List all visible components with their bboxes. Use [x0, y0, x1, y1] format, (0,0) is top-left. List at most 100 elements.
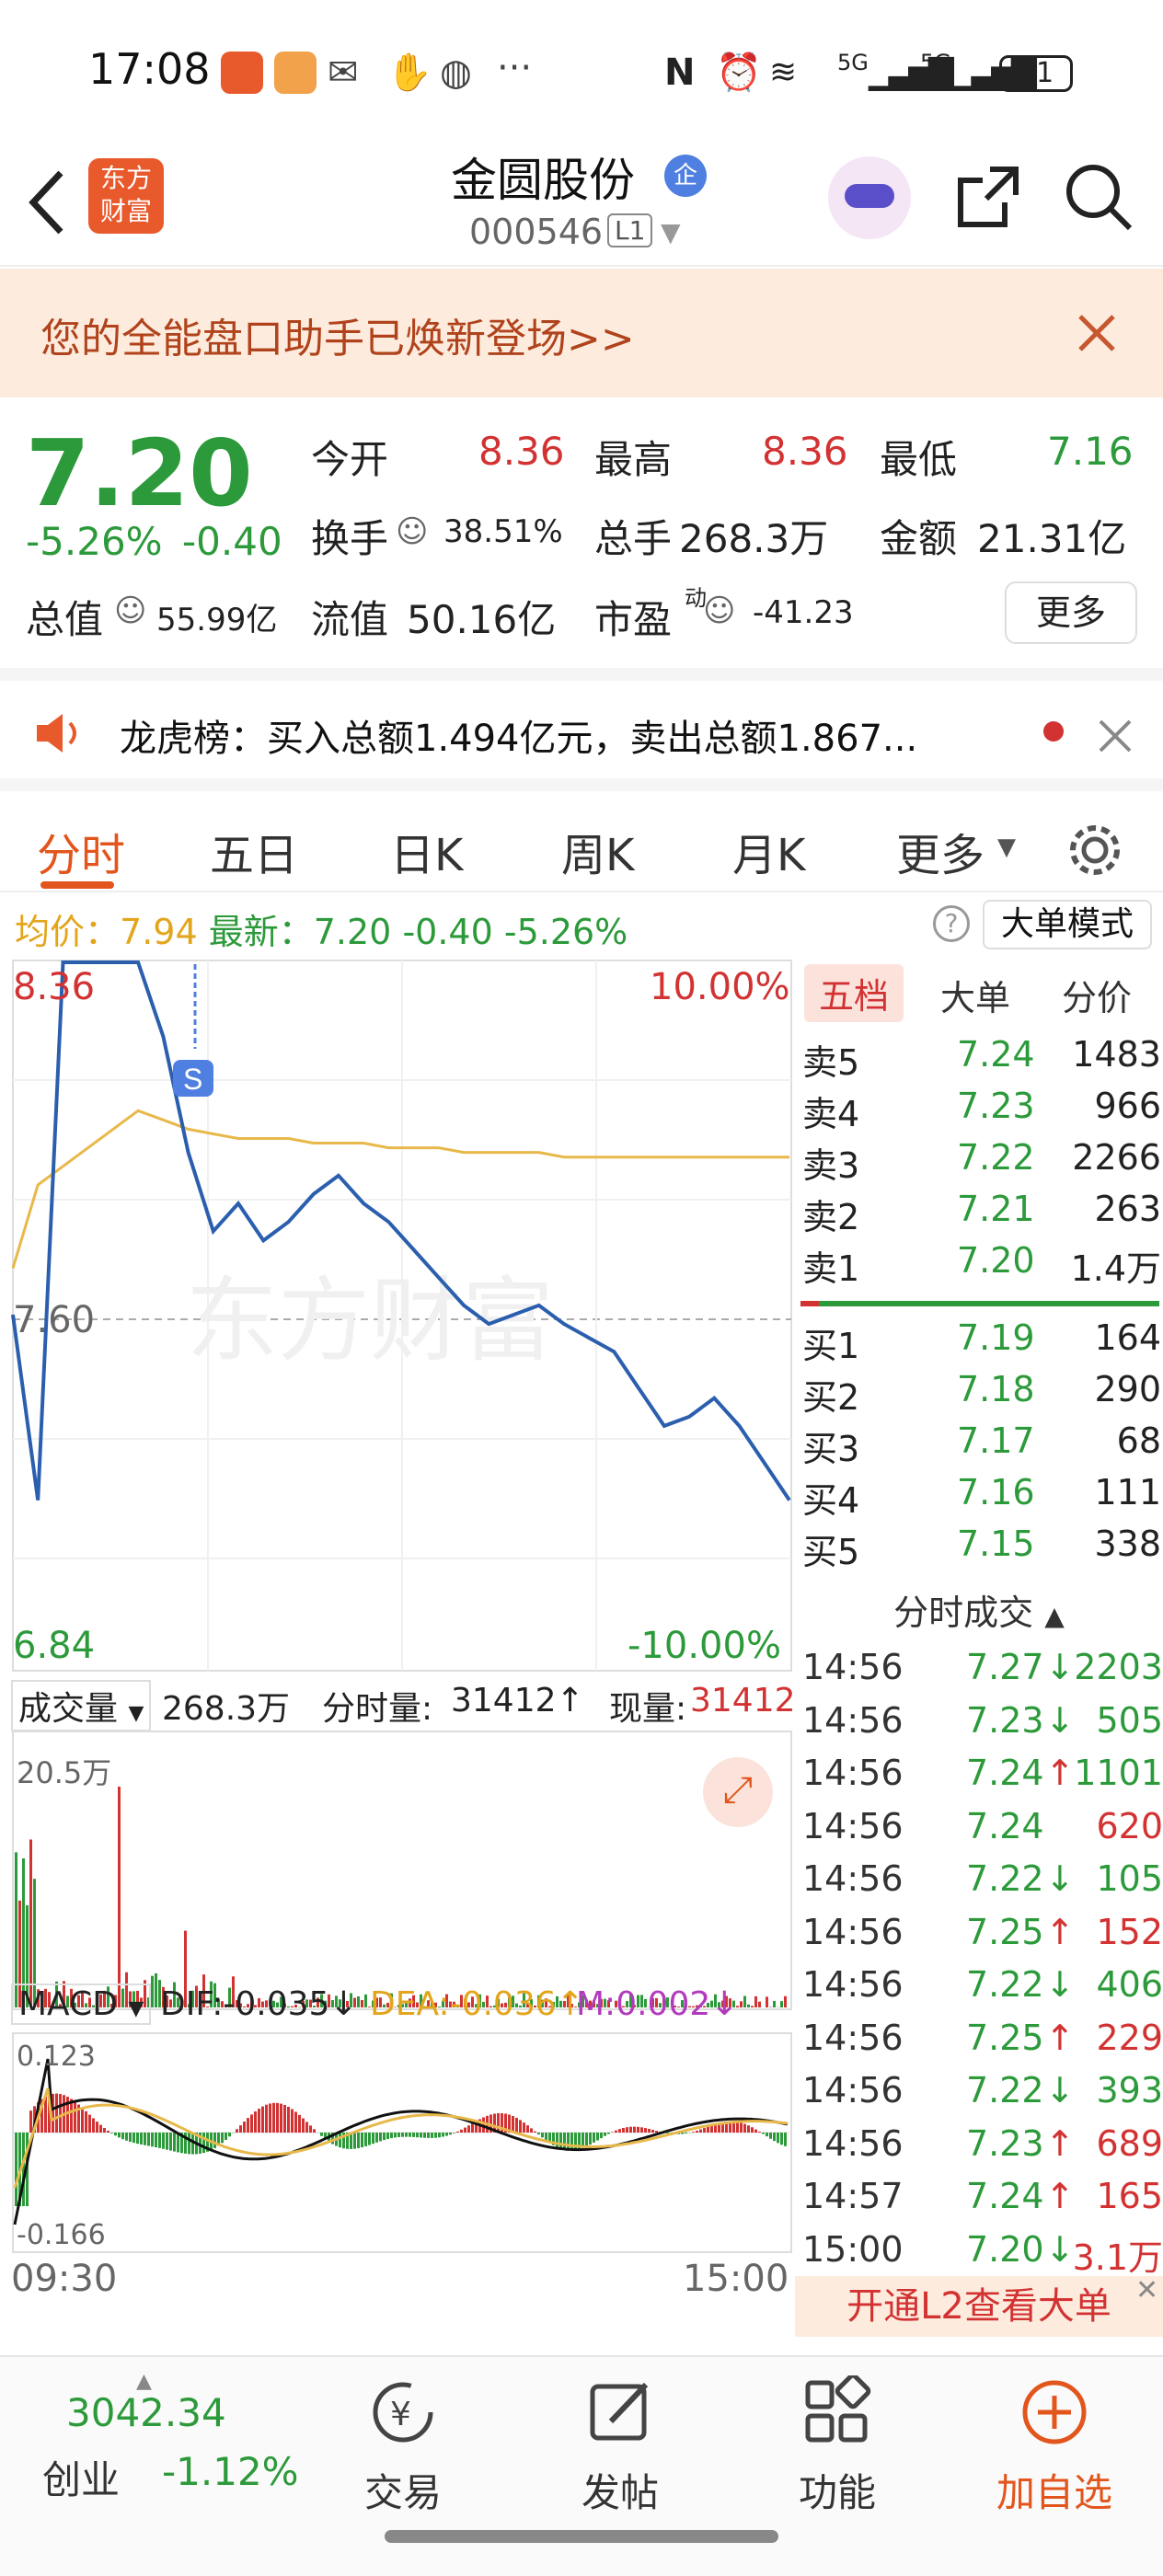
bid-row[interactable]: 买2 7.18 290 — [802, 1365, 1161, 1418]
close-icon[interactable] — [1097, 718, 1134, 754]
ask-price: 7.22 — [957, 1137, 1035, 1178]
macd-indicator-select[interactable]: MACD ▼ — [11, 1984, 152, 2025]
trade-volume: 152 — [1096, 1911, 1163, 1952]
ask-row[interactable]: 卖1 7.20 1.4万 — [802, 1236, 1161, 1289]
top-pct-label: 10.00% — [650, 966, 790, 1008]
bid-label: 买5 — [802, 1532, 860, 1572]
trade-price: 7.27 — [966, 1647, 1044, 1687]
search-icon[interactable] — [1062, 160, 1135, 234]
macd-bar — [762, 2133, 765, 2134]
macd-bar — [633, 2126, 636, 2133]
ask-volume: 1.4万 — [1070, 1248, 1161, 1289]
tab-intraday[interactable]: 分时 — [37, 819, 125, 883]
macd-bar — [250, 2114, 253, 2133]
ask-row[interactable]: 卖4 7.23 966 — [802, 1082, 1161, 1134]
expand-icon[interactable]: ⤢ — [703, 1757, 773, 1827]
dragon-tiger-text[interactable]: 龙虎榜：买入总额1.494亿元，卖出总额1.867... — [120, 708, 917, 762]
macd-bar — [442, 2133, 444, 2137]
macd-bar — [696, 2130, 698, 2133]
open-l2-button[interactable]: 开通L2查看大单 — [795, 2276, 1163, 2337]
turnover-value: 38.51% — [443, 513, 563, 550]
tab-large-orders[interactable]: 大单 — [940, 970, 1010, 1020]
volume-indicator-select[interactable]: 成交量 ▼ — [11, 1680, 152, 1731]
level-dropdown-icon[interactable]: ▼ — [661, 217, 681, 247]
app-icon-2 — [274, 52, 317, 94]
time-start-label: 09:30 — [11, 2258, 118, 2300]
macd-bar — [648, 2128, 651, 2133]
macd-bar — [287, 2106, 290, 2133]
close-icon[interactable]: ✕ — [1135, 2274, 1158, 2306]
macd-bar — [780, 2133, 783, 2145]
nav-trade[interactable]: ¥ 交易 — [329, 2375, 477, 2518]
tab-weekly-k[interactable]: 周K — [561, 819, 634, 883]
nav-functions[interactable]: 功能 — [764, 2373, 911, 2518]
macd-bar — [740, 2122, 743, 2133]
tab-price-distribution[interactable]: 分价 — [1062, 970, 1132, 1020]
speaker-icon — [37, 714, 76, 753]
battery-level: 41 — [1018, 57, 1054, 89]
float-label: 流值 — [311, 597, 389, 642]
macd-bar — [512, 2115, 514, 2133]
macd-bar — [15, 2133, 17, 2206]
trade-price: 7.24 — [966, 1753, 1044, 1793]
macd-bar — [629, 2126, 632, 2133]
assistant-avatar[interactable] — [828, 156, 911, 239]
close-icon[interactable] — [1075, 311, 1119, 355]
nav-add-watchlist[interactable]: 加自选 — [981, 2375, 1128, 2518]
tab-five-day[interactable]: 五日 — [210, 819, 298, 883]
banner-text[interactable]: 您的全能盘口助手已焕新登场>> — [40, 305, 635, 364]
trade-row: 14:56 7.25 ↑ 229 — [802, 2014, 1163, 2066]
level-badge[interactable]: L1 — [607, 213, 653, 247]
home-indicator[interactable] — [385, 2530, 778, 2543]
gear-icon[interactable] — [1065, 821, 1124, 880]
macd-chart[interactable] — [11, 2031, 793, 2254]
trade-direction: ↓ — [1045, 1647, 1075, 1687]
ask-row[interactable]: 卖5 7.24 1483 — [802, 1030, 1161, 1083]
trade-direction: ↓ — [1045, 2070, 1075, 2110]
large-order-mode-button[interactable]: 大单模式 — [983, 900, 1152, 949]
tab-more[interactable]: 更多 — [896, 819, 985, 883]
ask-price: 7.23 — [957, 1086, 1035, 1126]
index-value[interactable]: 3042.34 — [66, 2390, 226, 2435]
help-icon[interactable]: ? — [933, 905, 970, 942]
tab-monthly-k[interactable]: 月K — [732, 819, 805, 883]
macd-bar — [107, 2131, 109, 2133]
nav-post[interactable]: 发帖 — [547, 2375, 694, 2518]
price-chart[interactable]: 东方财富 S — [11, 957, 793, 1674]
promo-banner[interactable]: 您的全能盘口助手已焕新登场>> — [0, 269, 1163, 397]
macd-bar — [339, 2133, 341, 2148]
volume-indicator-label: 成交量 — [18, 1690, 119, 1728]
macd-bar — [228, 2133, 231, 2137]
ask-row[interactable]: 卖2 7.21 263 — [802, 1185, 1161, 1237]
bid-row[interactable]: 买3 7.17 68 — [802, 1417, 1161, 1469]
share-icon[interactable] — [953, 162, 1023, 232]
battery-icon: 41 — [999, 55, 1073, 92]
chevron-down-icon[interactable]: ▼ — [997, 834, 1016, 861]
macd-bar — [320, 2133, 323, 2136]
info-icon[interactable]: ☺ — [114, 592, 146, 629]
bid-row[interactable]: 买5 7.15 338 — [802, 1520, 1161, 1572]
index-pct[interactable]: -1.12% — [162, 2449, 299, 2494]
dragon-tiger-bar[interactable]: 龙虎榜：买入总额1.494亿元，卖出总额1.867... — [0, 668, 1163, 778]
wifi-icon: ≋ — [769, 53, 798, 91]
macd-bar — [449, 2133, 452, 2135]
bid-row[interactable]: 买1 7.19 164 — [802, 1314, 1161, 1366]
ask-row[interactable]: 卖3 7.22 2266 — [802, 1133, 1161, 1186]
bid-row[interactable]: 买4 7.16 111 — [802, 1468, 1161, 1521]
macd-bar — [637, 2126, 639, 2133]
trade-price: 7.23 — [966, 2122, 1044, 2164]
more-button[interactable]: 更多 — [1005, 581, 1137, 644]
tab-daily-k[interactable]: 日K — [390, 819, 463, 883]
info-icon[interactable]: ☺ — [396, 513, 428, 550]
macd-bar — [169, 2133, 172, 2151]
stock-name: 金圆股份 — [451, 154, 635, 207]
index-name[interactable]: 创业 — [42, 2449, 120, 2505]
info-icon[interactable]: ☺ — [703, 592, 735, 629]
volume-chart[interactable] — [11, 1730, 793, 2011]
intraday-chart[interactable]: 东方财富 S 8.36 10.00% 7.60 6.84 -10.00% 成交量… — [11, 957, 796, 2300]
tab-five-levels[interactable]: 五档 — [804, 964, 904, 1022]
trades-title[interactable]: 分时成交 ▲ — [795, 1584, 1163, 1635]
back-icon[interactable] — [24, 166, 70, 239]
bid-price: 7.16 — [957, 1472, 1035, 1512]
app-logo[interactable]: 东方财富 — [88, 158, 164, 234]
